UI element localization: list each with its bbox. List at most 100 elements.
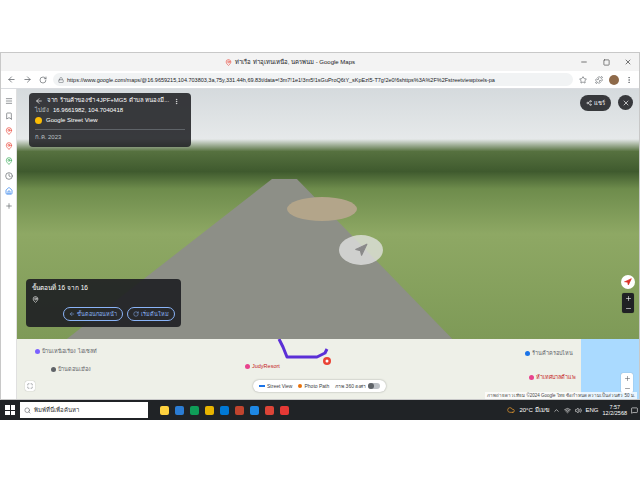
chevron-icon: [553, 407, 560, 414]
home-icon: [5, 187, 13, 195]
map-label[interactable]: บ้านเหนือเรียง ไฮเซลท์: [35, 347, 97, 355]
back-button[interactable]: [5, 74, 17, 86]
layer-switch[interactable]: [368, 383, 380, 389]
menu-icon: [5, 97, 13, 105]
puzzle-icon: [595, 76, 603, 84]
system-tray: 20°C มีเมฆ ENG 7:5712/2/2568: [507, 404, 638, 417]
arrow-left-icon: [69, 311, 75, 317]
browser-window: ท่าเรือ ท่าอุเทนเหนือ, นครพนม - Google M…: [0, 52, 640, 400]
layer-item[interactable]: Street View: [259, 383, 292, 389]
pinned-apps: [152, 406, 503, 415]
poi-icon: [35, 349, 40, 354]
from-text: จาก ร้านค้าของชำ 4JPF+MG5 ตำบล หนองมี...: [47, 97, 169, 105]
zoom-in-button[interactable]: [625, 293, 632, 303]
map-zoom-in[interactable]: [624, 373, 631, 383]
bottom-margin: [0, 420, 640, 480]
star-icon: [579, 76, 587, 84]
minimize-button[interactable]: [573, 53, 595, 71]
app-icon[interactable]: [265, 406, 274, 415]
map-footer: ภาพถ่ายดาวเทียม ©2024 Google ไทย ข้อกำหน…: [485, 392, 637, 399]
reload-icon: [39, 76, 47, 84]
start-button[interactable]: [4, 404, 16, 416]
zoom-out-button[interactable]: [625, 303, 632, 313]
arrow-right-icon: [23, 75, 32, 84]
move-arrow[interactable]: [339, 235, 383, 265]
minus-icon: [624, 385, 631, 392]
map-zoom-controls: [621, 373, 633, 393]
weather-text: 20°C มีเมฆ: [519, 405, 548, 415]
dot-icon: [298, 384, 302, 388]
search-placeholder: พิมพ์ที่นี่เพื่อค้นหา: [34, 405, 79, 415]
line-icon: [259, 385, 265, 387]
capture-date: ก.ค. 2023: [35, 134, 185, 142]
poi-icon: [51, 367, 56, 372]
app-icon[interactable]: [280, 406, 289, 415]
to-coordinates: 16.9661982, 104.7040418: [53, 107, 123, 115]
search-icon: [24, 407, 31, 414]
step-button[interactable]: เริ่มต้นใหม่: [127, 307, 175, 321]
share-button[interactable]: แชร์: [580, 95, 611, 111]
close-icon: [622, 99, 630, 107]
more-icon: [625, 76, 633, 84]
layer-item[interactable]: ภาพ 360 องศา: [335, 382, 380, 390]
taskbar-search[interactable]: พิมพ์ที่นี่เพื่อค้นหา: [20, 402, 148, 418]
maximize-button[interactable]: [595, 53, 617, 71]
maps-icon: [225, 59, 232, 66]
bookmark-icon: [5, 112, 13, 120]
clock-icon: [5, 172, 13, 180]
app-icon[interactable]: [190, 406, 199, 415]
close-window-button[interactable]: [617, 53, 639, 71]
plus-icon: [5, 202, 13, 210]
language-indicator[interactable]: ENG: [586, 407, 599, 413]
bookmark-button[interactable]: [577, 74, 589, 86]
profile-avatar[interactable]: [609, 75, 619, 85]
menu-button[interactable]: [623, 74, 635, 86]
url-field[interactable]: https://www.google.com/maps/@16.9659215,…: [53, 73, 573, 86]
zoom-controls: [622, 293, 634, 313]
compass-icon: [624, 278, 632, 286]
arrow-icon: [354, 243, 368, 257]
plus-icon: [625, 295, 632, 302]
view-controls: [621, 275, 635, 313]
reload-button[interactable]: [37, 74, 49, 86]
map-label[interactable]: ร้านค้าครอบไหน: [525, 349, 573, 357]
app-icon[interactable]: [175, 406, 184, 415]
poi-icon: [245, 364, 250, 369]
pin-icon: [5, 142, 13, 150]
content: จาก ร้านค้าของชำ 4JPF+MG5 ตำบล หนองมี...…: [1, 89, 639, 399]
volume-icon: [575, 407, 582, 414]
poi-icon: [529, 375, 534, 380]
layer-item[interactable]: Photo Path: [298, 383, 329, 389]
app-icon[interactable]: [160, 406, 169, 415]
street-view-icon: [35, 117, 42, 124]
app-icon[interactable]: [235, 406, 244, 415]
layer-bar: Street View Photo Path ภาพ 360 องศา: [253, 380, 386, 392]
location-card: จาก ร้านค้าของชำ 4JPF+MG5 ตำบล หนองมี...…: [29, 93, 191, 147]
lock-icon: [58, 77, 64, 83]
address-row: https://www.google.com/maps/@16.9659215,…: [1, 71, 639, 89]
app-icon[interactable]: [205, 406, 214, 415]
street-view-photo[interactable]: จาก ร้านค้าของชำ 4JPF+MG5 ตำบล หนองมี...…: [17, 89, 639, 339]
step-button[interactable]: ขั้นตอนก่อนหน้า: [63, 307, 123, 321]
steps-title: ขั้นตอนที่ 16 จาก 16: [32, 284, 175, 292]
compass[interactable]: [621, 275, 635, 289]
source-text: Google Street View: [46, 117, 98, 125]
close-street-view-button[interactable]: [618, 95, 633, 110]
extensions-button[interactable]: [593, 74, 605, 86]
map-label[interactable]: JudyResort: [245, 363, 280, 369]
to-label: ไปยัง: [35, 107, 49, 115]
app-icon[interactable]: [220, 406, 229, 415]
maps-rail: [1, 89, 17, 399]
forward-button[interactable]: [21, 74, 33, 86]
fullscreen-button[interactable]: [25, 381, 35, 391]
map-label[interactable]: ห้าเทศบาลต้าแพ: [529, 373, 576, 381]
restart-icon: [133, 311, 139, 317]
map-label[interactable]: บ้านดอนเมือง: [51, 365, 91, 373]
url-text: https://www.google.com/maps/@16.9659215,…: [67, 77, 495, 83]
app-icon[interactable]: [250, 406, 259, 415]
mini-map[interactable]: บ้านเหนือเรียง ไฮเซลท์บ้านดอนเมือง JudyRe…: [17, 339, 639, 399]
back-icon: [35, 97, 43, 105]
maximize-icon: [603, 59, 610, 66]
close-icon: [624, 58, 632, 66]
clock[interactable]: 7:5712/2/2568: [603, 404, 627, 417]
